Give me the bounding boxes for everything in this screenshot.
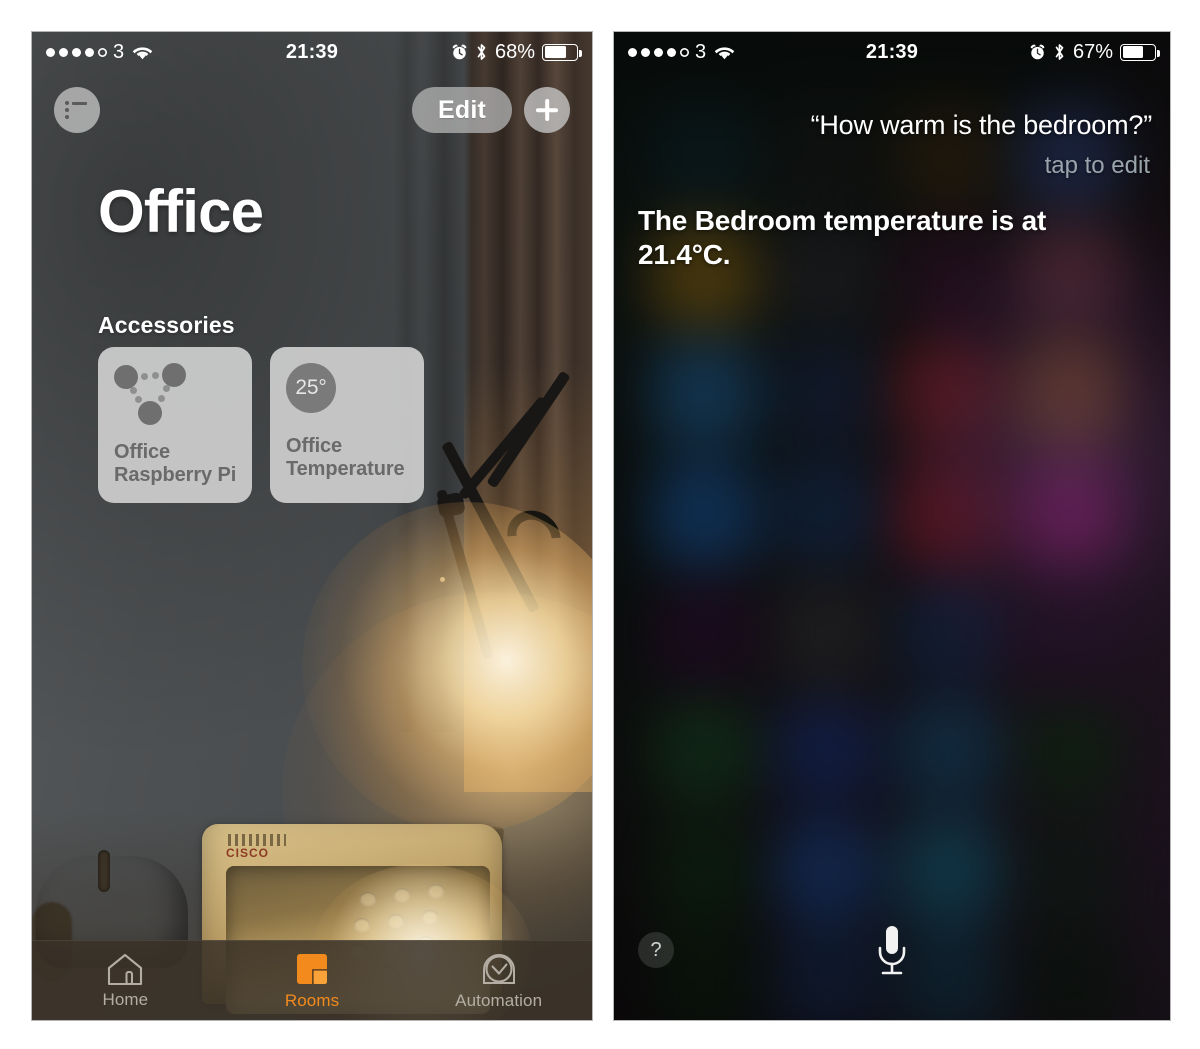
bluetooth-icon <box>1053 43 1066 61</box>
tab-label: Home <box>102 990 149 1009</box>
edit-button[interactable]: Edit <box>411 87 512 133</box>
tab-label: Automation <box>455 991 543 1010</box>
alarm-clock-icon <box>1029 44 1046 61</box>
status-bar-siri: 3 21:39 67% <box>614 32 1170 72</box>
tab-home[interactable]: Home <box>32 951 219 1010</box>
carrier-label: 3 <box>113 40 125 63</box>
siri-screen: 3 21:39 67% “How warm is the bedroom?” t… <box>614 32 1170 1020</box>
alarm-clock-icon <box>451 44 468 61</box>
navigation-bar: Edit <box>32 78 592 142</box>
blurred-home-screen-wallpaper <box>614 32 1170 1020</box>
wifi-icon <box>714 44 735 60</box>
accessory-label-line1: Office <box>286 434 343 457</box>
page-title: Office <box>98 178 264 245</box>
accessory-label-line2: Raspberry Pi <box>114 464 237 486</box>
battery-percent-label: 68% <box>494 40 535 63</box>
status-bar-home: 3 21:39 68% <box>32 32 592 72</box>
temperature-badge: 25° <box>286 363 336 413</box>
signal-strength-dots <box>46 47 107 57</box>
tab-label: Rooms <box>284 991 340 1010</box>
carrier-label: 3 <box>695 40 707 63</box>
automation-clock-icon <box>479 950 519 988</box>
accessory-label-line1: Office <box>114 440 171 463</box>
homekit-app-screen: CISCO 3 <box>32 32 592 1020</box>
accessory-tile-raspberry-pi[interactable]: Office Raspberry Pi <box>98 347 252 503</box>
battery-percent-label: 67% <box>1072 40 1113 63</box>
accessory-label: Office Temperature <box>286 435 410 481</box>
accessories-section-header: Accessories <box>98 312 235 338</box>
battery-icon <box>542 43 582 61</box>
raspberry-pi-icon <box>114 363 188 425</box>
battery-icon <box>1120 43 1160 61</box>
signal-strength-dots <box>628 47 689 57</box>
accessory-tile-temperature[interactable]: 25° Office Temperature <box>270 347 424 503</box>
tab-rooms[interactable]: Rooms <box>219 950 406 1011</box>
house-icon <box>105 951 145 987</box>
microphone-icon[interactable] <box>870 924 914 982</box>
siri-answer-text: The Bedroom temperature is at 21.4°C. <box>638 205 1047 271</box>
add-accessory-button[interactable] <box>524 87 570 133</box>
tap-to-edit-hint[interactable]: tap to edit <box>1045 152 1150 180</box>
tab-bar: Home Rooms Automation <box>32 940 592 1020</box>
siri-help-button[interactable]: ? <box>638 932 674 968</box>
bluetooth-icon <box>475 43 488 61</box>
tab-automation[interactable]: Automation <box>405 950 592 1011</box>
wifi-icon <box>132 44 153 60</box>
accessory-label-line2: Temperature <box>286 458 405 480</box>
siri-query-text[interactable]: “How warm is the bedroom?” <box>674 110 1153 141</box>
rooms-list-button[interactable] <box>54 87 100 133</box>
accessories-grid: Office Raspberry Pi 25° Office Temperatu… <box>98 347 424 503</box>
rooms-icon <box>293 950 331 988</box>
screenshot-stage: CISCO 3 <box>0 0 1200 1049</box>
list-icon <box>65 101 89 119</box>
accessory-label: Office Raspberry Pi <box>114 441 238 487</box>
